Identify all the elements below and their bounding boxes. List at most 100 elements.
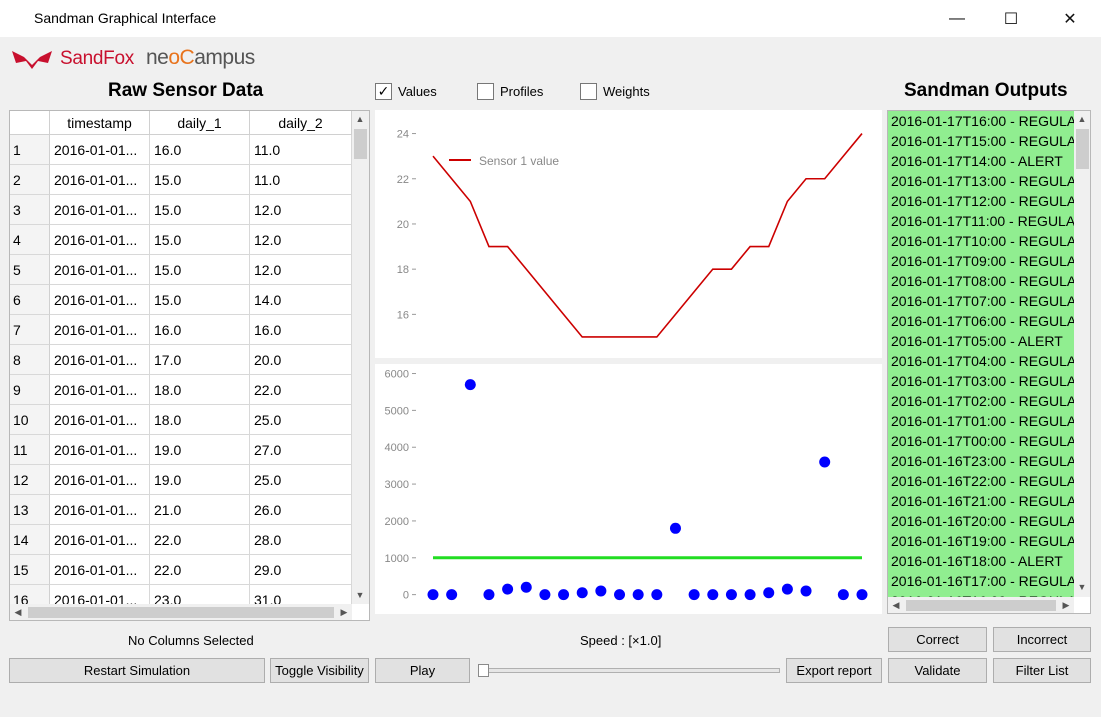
weights-checkbox[interactable]: Weights xyxy=(580,81,650,101)
cell-daily-1[interactable]: 15.0 xyxy=(150,285,250,315)
row-number[interactable]: 12 xyxy=(10,465,50,495)
table-row[interactable]: 5 2016-01-01... 15.0 12.0 xyxy=(10,255,352,285)
cell-timestamp[interactable]: 2016-01-01... xyxy=(50,195,150,225)
cell-daily-2[interactable]: 20.0 xyxy=(250,345,352,375)
cell-daily-1[interactable]: 15.0 xyxy=(150,165,250,195)
output-item[interactable]: 2016-01-17T00:00 - REGULAR xyxy=(888,431,1074,451)
output-item[interactable]: 2016-01-17T10:00 - REGULAR xyxy=(888,231,1074,251)
row-number[interactable]: 8 xyxy=(10,345,50,375)
minimize-button[interactable]: — xyxy=(934,0,980,37)
cell-daily-2[interactable]: 14.0 xyxy=(250,285,352,315)
row-number[interactable]: 15 xyxy=(10,555,50,585)
table-row[interactable]: 14 2016-01-01... 22.0 28.0 xyxy=(10,525,352,555)
cell-daily-2[interactable]: 12.0 xyxy=(250,195,352,225)
cell-daily-1[interactable]: 15.0 xyxy=(150,195,250,225)
output-item[interactable]: 2016-01-16T23:00 - REGULAR xyxy=(888,451,1074,471)
cell-daily-2[interactable]: 26.0 xyxy=(250,495,352,525)
outputs-list[interactable]: 2016-01-17T16:00 - REGULAR 2016-01-17T15:… xyxy=(887,110,1091,614)
cell-daily-1[interactable]: 15.0 xyxy=(150,225,250,255)
row-number[interactable]: 7 xyxy=(10,315,50,345)
scroll-right-icon[interactable]: ▶ xyxy=(336,604,352,620)
row-number[interactable]: 14 xyxy=(10,525,50,555)
cell-daily-1[interactable]: 16.0 xyxy=(150,135,250,165)
filter-list-button[interactable]: Filter List xyxy=(993,658,1091,683)
cell-daily-1[interactable]: 17.0 xyxy=(150,345,250,375)
cell-daily-1[interactable]: 18.0 xyxy=(150,405,250,435)
profiles-checkbox[interactable]: Profiles xyxy=(477,81,543,101)
table-row[interactable]: 2 2016-01-01... 15.0 11.0 xyxy=(10,165,352,195)
scroll-left-icon[interactable]: ◀ xyxy=(10,604,26,620)
output-item[interactable]: 2016-01-16T22:00 - REGULAR xyxy=(888,471,1074,491)
close-button[interactable]: ✕ xyxy=(1047,0,1093,37)
maximize-button[interactable]: ☐ xyxy=(988,0,1034,37)
output-item[interactable]: 2016-01-17T11:00 - REGULAR xyxy=(888,211,1074,231)
cell-timestamp[interactable]: 2016-01-01... xyxy=(50,285,150,315)
output-item[interactable]: 2016-01-16T19:00 - REGULAR xyxy=(888,531,1074,551)
cell-daily-2[interactable]: 12.0 xyxy=(250,225,352,255)
output-item[interactable]: 2016-01-17T02:00 - REGULAR xyxy=(888,391,1074,411)
output-item[interactable]: 2016-01-16T21:00 - REGULAR xyxy=(888,491,1074,511)
export-report-button[interactable]: Export report xyxy=(786,658,882,683)
scroll-left-icon[interactable]: ◀ xyxy=(888,597,904,613)
row-number[interactable]: 3 xyxy=(10,195,50,225)
cell-timestamp[interactable]: 2016-01-01... xyxy=(50,165,150,195)
row-number[interactable]: 9 xyxy=(10,375,50,405)
table-horizontal-scrollbar[interactable]: ◀ ▶ xyxy=(10,604,352,620)
table-row[interactable]: 15 2016-01-01... 22.0 29.0 xyxy=(10,555,352,585)
cell-timestamp[interactable]: 2016-01-01... xyxy=(50,555,150,585)
column-header-timestamp[interactable]: timestamp xyxy=(50,111,150,135)
row-number[interactable]: 6 xyxy=(10,285,50,315)
validate-button[interactable]: Validate xyxy=(888,658,987,683)
values-checkbox[interactable]: ✓ Values xyxy=(375,81,437,101)
scroll-down-icon[interactable]: ▼ xyxy=(1074,579,1090,595)
cell-daily-1[interactable]: 19.0 xyxy=(150,435,250,465)
output-item[interactable]: 2016-01-17T16:00 - REGULAR xyxy=(888,111,1074,131)
row-number[interactable]: 13 xyxy=(10,495,50,525)
cell-timestamp[interactable]: 2016-01-01... xyxy=(50,465,150,495)
table-row[interactable]: 3 2016-01-01... 15.0 12.0 xyxy=(10,195,352,225)
scroll-thumb[interactable] xyxy=(1076,129,1089,169)
column-header-daily-2[interactable]: daily_2 xyxy=(250,111,352,135)
output-item[interactable]: 2016-01-17T13:00 - REGULAR xyxy=(888,171,1074,191)
cell-daily-1[interactable]: 18.0 xyxy=(150,375,250,405)
cell-daily-2[interactable]: 29.0 xyxy=(250,555,352,585)
output-item[interactable]: 2016-01-17T14:00 - ALERT xyxy=(888,151,1074,171)
table-row[interactable]: 6 2016-01-01... 15.0 14.0 xyxy=(10,285,352,315)
scroll-thumb[interactable] xyxy=(906,600,1056,611)
output-item[interactable]: 2016-01-17T04:00 - REGULAR xyxy=(888,351,1074,371)
incorrect-button[interactable]: Incorrect xyxy=(993,627,1091,652)
row-number[interactable]: 10 xyxy=(10,405,50,435)
scroll-thumb[interactable] xyxy=(28,607,334,618)
outputs-vertical-scrollbar[interactable]: ▲ ▼ xyxy=(1074,111,1090,597)
output-item[interactable]: 2016-01-17T07:00 - REGULAR xyxy=(888,291,1074,311)
cell-daily-2[interactable]: 25.0 xyxy=(250,465,352,495)
outputs-horizontal-scrollbar[interactable]: ◀ ▶ xyxy=(888,597,1074,613)
table-row[interactable]: 8 2016-01-01... 17.0 20.0 xyxy=(10,345,352,375)
table-row[interactable]: 13 2016-01-01... 21.0 26.0 xyxy=(10,495,352,525)
cell-daily-2[interactable]: 11.0 xyxy=(250,135,352,165)
column-header-daily-1[interactable]: daily_1 xyxy=(150,111,250,135)
correct-button[interactable]: Correct xyxy=(888,627,987,652)
cell-daily-2[interactable]: 11.0 xyxy=(250,165,352,195)
cell-daily-1[interactable]: 16.0 xyxy=(150,315,250,345)
cell-daily-2[interactable]: 28.0 xyxy=(250,525,352,555)
cell-timestamp[interactable]: 2016-01-01... xyxy=(50,495,150,525)
speed-slider[interactable] xyxy=(478,664,780,677)
scroll-down-icon[interactable]: ▼ xyxy=(352,587,368,603)
table-row[interactable]: 11 2016-01-01... 19.0 27.0 xyxy=(10,435,352,465)
raw-data-table[interactable]: timestamp daily_1 daily_2 1 2016-01-01...… xyxy=(9,110,370,621)
output-item[interactable]: 2016-01-17T03:00 - REGULAR xyxy=(888,371,1074,391)
cell-timestamp[interactable]: 2016-01-01... xyxy=(50,315,150,345)
cell-daily-1[interactable]: 22.0 xyxy=(150,555,250,585)
row-number[interactable]: 5 xyxy=(10,255,50,285)
output-item[interactable]: 2016-01-17T09:00 - REGULAR xyxy=(888,251,1074,271)
scroll-thumb[interactable] xyxy=(354,129,367,159)
output-item[interactable]: 2016-01-16T20:00 - REGULAR xyxy=(888,511,1074,531)
table-row[interactable]: 7 2016-01-01... 16.0 16.0 xyxy=(10,315,352,345)
cell-daily-2[interactable]: 16.0 xyxy=(250,315,352,345)
cell-daily-1[interactable]: 19.0 xyxy=(150,465,250,495)
cell-timestamp[interactable]: 2016-01-01... xyxy=(50,525,150,555)
table-row[interactable]: 10 2016-01-01... 18.0 25.0 xyxy=(10,405,352,435)
cell-timestamp[interactable]: 2016-01-01... xyxy=(50,405,150,435)
cell-daily-2[interactable]: 12.0 xyxy=(250,255,352,285)
